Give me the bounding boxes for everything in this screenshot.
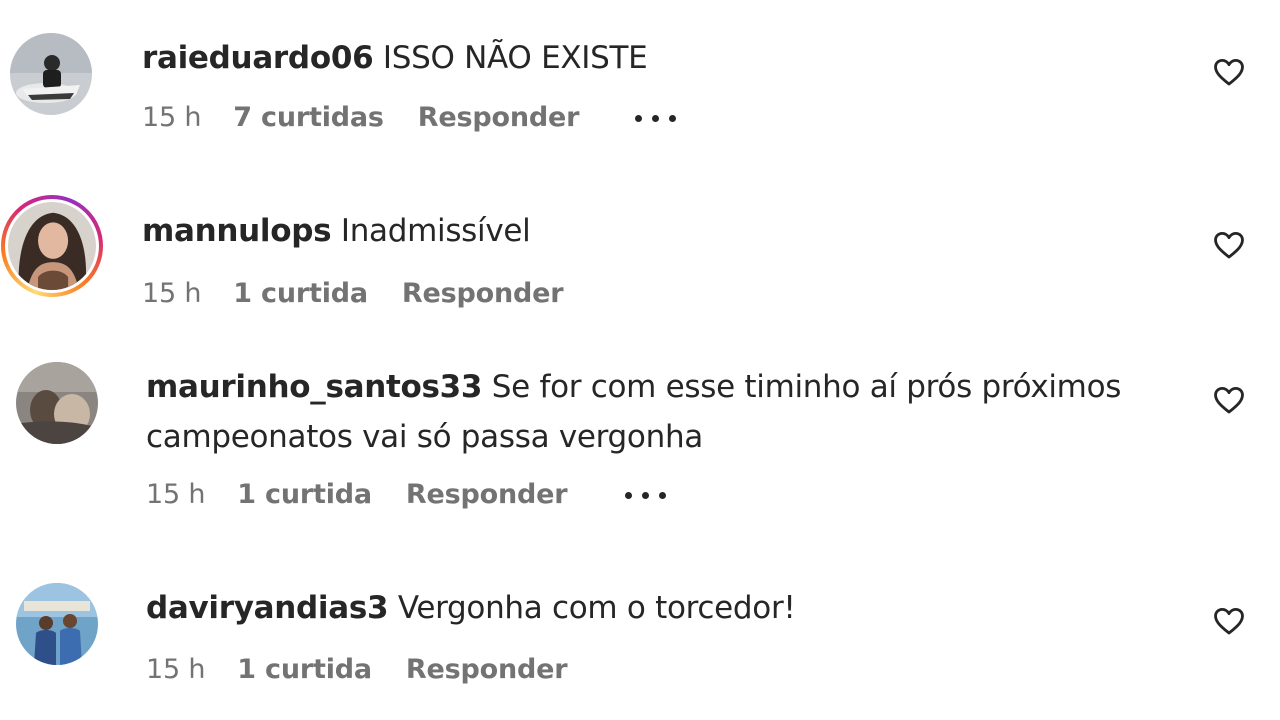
comment-text: mannulops Inadmissível bbox=[142, 206, 1182, 256]
likes-count[interactable]: 1 curtida bbox=[233, 278, 368, 309]
more-options-icon[interactable] bbox=[635, 113, 679, 123]
comment-meta: 15 h 1 curtida Responder bbox=[146, 653, 568, 685]
comment-text: raieduardo06 ISSO NÃO EXISTE bbox=[142, 33, 1182, 83]
avatar[interactable] bbox=[10, 33, 92, 115]
username-link[interactable]: daviryandias3 bbox=[146, 590, 389, 626]
reply-button[interactable]: Responder bbox=[406, 654, 568, 685]
comment-meta: 15 h 7 curtidas Responder bbox=[142, 101, 679, 133]
heart-outline-icon[interactable] bbox=[1212, 55, 1246, 89]
timestamp[interactable]: 15 h bbox=[146, 479, 205, 510]
avatar[interactable] bbox=[16, 362, 98, 444]
timestamp[interactable]: 15 h bbox=[142, 278, 201, 309]
username-link[interactable]: maurinho_santos33 bbox=[146, 369, 483, 405]
heart-outline-icon[interactable] bbox=[1212, 228, 1246, 262]
heart-outline-icon[interactable] bbox=[1212, 604, 1246, 638]
comment-text: daviryandias3 Vergonha com o torcedor! bbox=[146, 583, 1176, 633]
reply-button[interactable]: Responder bbox=[418, 102, 580, 133]
username-link[interactable]: mannulops bbox=[142, 213, 332, 249]
reply-button[interactable]: Responder bbox=[402, 278, 564, 309]
username-link[interactable]: raieduardo06 bbox=[142, 40, 374, 76]
avatar[interactable] bbox=[16, 583, 98, 665]
comment-body: ISSO NÃO EXISTE bbox=[373, 40, 648, 76]
more-options-icon[interactable] bbox=[625, 490, 669, 500]
comment-text: maurinho_santos33 Se for com esse timinh… bbox=[146, 362, 1176, 462]
likes-count[interactable]: 1 curtida bbox=[237, 479, 372, 510]
comment-body: Vergonha com o torcedor! bbox=[388, 590, 796, 626]
avatar[interactable] bbox=[1, 195, 103, 297]
timestamp[interactable]: 15 h bbox=[146, 654, 205, 685]
reply-button[interactable]: Responder bbox=[406, 479, 568, 510]
timestamp[interactable]: 15 h bbox=[142, 102, 201, 133]
heart-outline-icon[interactable] bbox=[1212, 383, 1246, 417]
comment-body: Inadmissível bbox=[331, 213, 531, 249]
likes-count[interactable]: 1 curtida bbox=[237, 654, 372, 685]
comment-meta: 15 h 1 curtida Responder bbox=[146, 478, 669, 510]
likes-count[interactable]: 7 curtidas bbox=[233, 102, 384, 133]
comment-meta: 15 h 1 curtida Responder bbox=[142, 277, 564, 309]
